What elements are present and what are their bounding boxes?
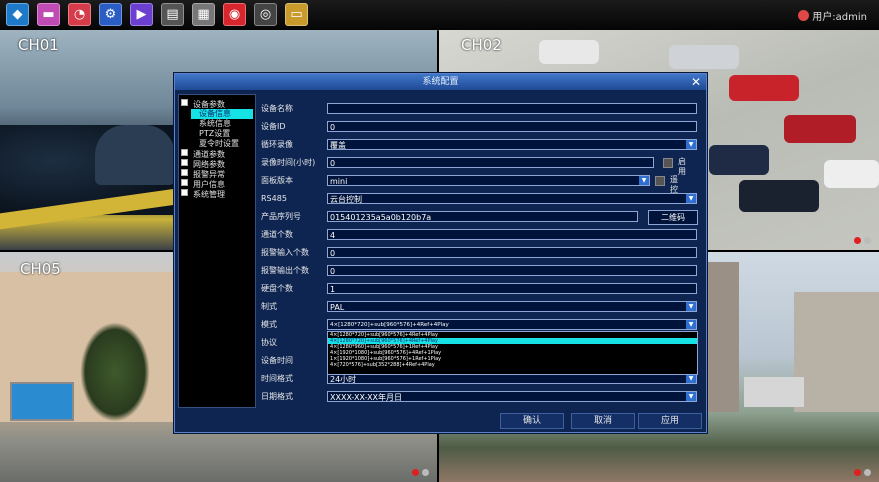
tree-item-network-params[interactable]: 网络参数 [181,159,225,169]
record-time-input[interactable]: 0 [327,157,654,168]
chevron-down-icon[interactable]: ▼ [686,392,696,401]
config-tree: 设备参数 设备信息 系统信息 PTZ设置 夏令时设置 通道参数 网络参数 报警异… [178,94,256,408]
ok-button[interactable]: 确认 [500,413,564,429]
device-name-label: 设备名称 [261,104,293,113]
mode-label: 模式 [261,320,277,329]
expand-icon[interactable] [181,169,188,176]
user-icon [798,10,810,21]
chart-icon[interactable]: ◔ [68,3,91,26]
disk-icon[interactable]: ◉ [223,3,246,26]
chevron-down-icon[interactable]: ▼ [686,320,696,329]
tree-item-user-info[interactable]: 用户信息 [181,179,225,189]
chevron-down-icon[interactable]: ▼ [686,302,696,311]
close-icon[interactable]: ✕ [691,74,701,90]
serial-number-label: 产品序列号 [261,212,301,221]
loop-record-label: 循环录像 [261,140,293,149]
tree-item-channel-params[interactable]: 通道参数 [181,149,225,159]
hdd-field: 1 [327,283,697,294]
alarm-in-label: 报警输入个数 [261,248,309,257]
expand-icon[interactable] [181,189,188,196]
record-status [854,237,871,244]
panel-version-label: 面板版本 [261,176,293,185]
dialog-title: 系统配置 [422,77,459,87]
tree-item-device-params[interactable]: 设备参数 [181,99,225,109]
expand-icon[interactable] [181,99,188,106]
chevron-down-icon[interactable]: ▼ [686,194,696,203]
loop-record-select[interactable]: 覆盖 ▼ [327,139,697,150]
tree-item-ptz-settings[interactable]: PTZ设置 [199,129,230,139]
folder-icon[interactable]: ▭ [285,3,308,26]
camera-label-ch01: CH01 [18,36,59,54]
mode-dropdown-list: 4×[1280*720]+sub[960*576]+4Ref+4Play 4×[… [327,331,698,375]
chevron-down-icon[interactable]: ▼ [639,176,649,185]
user-label: 用户:admin [812,12,867,23]
mode-select[interactable]: 4×[1280*720]+sub[960*576]+4Ref+4Play ▼ [327,319,697,330]
protocol-label: 协议 [261,338,277,347]
time-format-label: 时间格式 [261,374,293,383]
tree-item-dst-settings[interactable]: 夏令时设置 [199,139,239,149]
cancel-button[interactable]: 取消 [571,413,635,429]
serial-number-field: 015401235a5a0b120b7a [327,211,638,222]
date-format-select[interactable]: XXXX-XX-XX年月日 ▼ [327,391,697,402]
expand-icon[interactable] [181,159,188,166]
channels-label: 通道个数 [261,230,293,239]
qr-code-button[interactable]: 二维码 [648,210,698,225]
system-config-dialog: 系统配置 ✕ 设备参数 设备信息 系统信息 PTZ设置 夏令时设置 通道参数 网… [174,73,707,433]
record-time-enable-label: 启用 [678,157,686,176]
logo-icon[interactable]: ◆ [6,3,29,26]
remote-controller-checkbox[interactable] [655,176,665,186]
device-id-label: 设备ID [261,122,286,131]
play-icon[interactable]: ▶ [130,3,153,26]
alarm-out-field: 0 [327,265,697,276]
alarm-in-field: 0 [327,247,697,258]
chevron-down-icon[interactable]: ▼ [686,374,696,383]
expand-icon[interactable] [181,149,188,156]
hdd-label: 硬盘个数 [261,284,293,293]
device-id-input[interactable]: 0 [327,121,697,132]
date-format-label: 日期格式 [261,392,293,401]
standard-label: 制式 [261,302,277,311]
camera-label-ch05: CH05 [20,260,61,278]
alarm-out-label: 报警输出个数 [261,266,309,275]
archive-icon[interactable]: ▤ [161,3,184,26]
top-toolbar: ◆ ▬ ◔ ⚙ ▶ ▤ ▦ ◉ ◎ ▭ 用户:admin [0,0,879,31]
tree-item-alarm-exception[interactable]: 报警异常 [181,169,225,179]
user-indicator[interactable]: 用户:admin [798,8,867,23]
rs485-label: RS485 [261,194,287,203]
keyboard-icon[interactable]: ▦ [192,3,215,26]
expand-icon[interactable] [181,179,188,186]
record-time-enable-checkbox[interactable] [663,158,673,168]
camera-label-ch02: CH02 [461,36,502,54]
rs485-select[interactable]: 云台控制 ▼ [327,193,697,204]
tree-item-system-management[interactable]: 系统管理 [181,189,225,199]
dialog-title-bar: 系统配置 ✕ [175,74,706,90]
settings-icon[interactable]: ⚙ [99,3,122,26]
record-time-label: 录像时间(小时) [261,158,316,167]
panel-version-select[interactable]: mini ▼ [327,175,650,186]
chevron-down-icon[interactable]: ▼ [686,140,696,149]
record-status [854,469,871,476]
picture-icon[interactable]: ▬ [37,3,60,26]
channels-field: 4 [327,229,697,240]
apply-button[interactable]: 应用 [638,413,702,429]
tree-item-system-info[interactable]: 系统信息 [199,119,231,129]
device-name-input[interactable] [327,103,697,114]
record-status [412,469,429,476]
camera-icon[interactable]: ◎ [254,3,277,26]
mode-option[interactable]: 4×[720*576]+sub[352*288]+4Ref+4Play [328,362,697,368]
device-time-label: 设备时间 [261,356,293,365]
standard-select[interactable]: PAL ▼ [327,301,697,312]
tree-item-device-info[interactable]: 设备信息 [191,109,253,119]
